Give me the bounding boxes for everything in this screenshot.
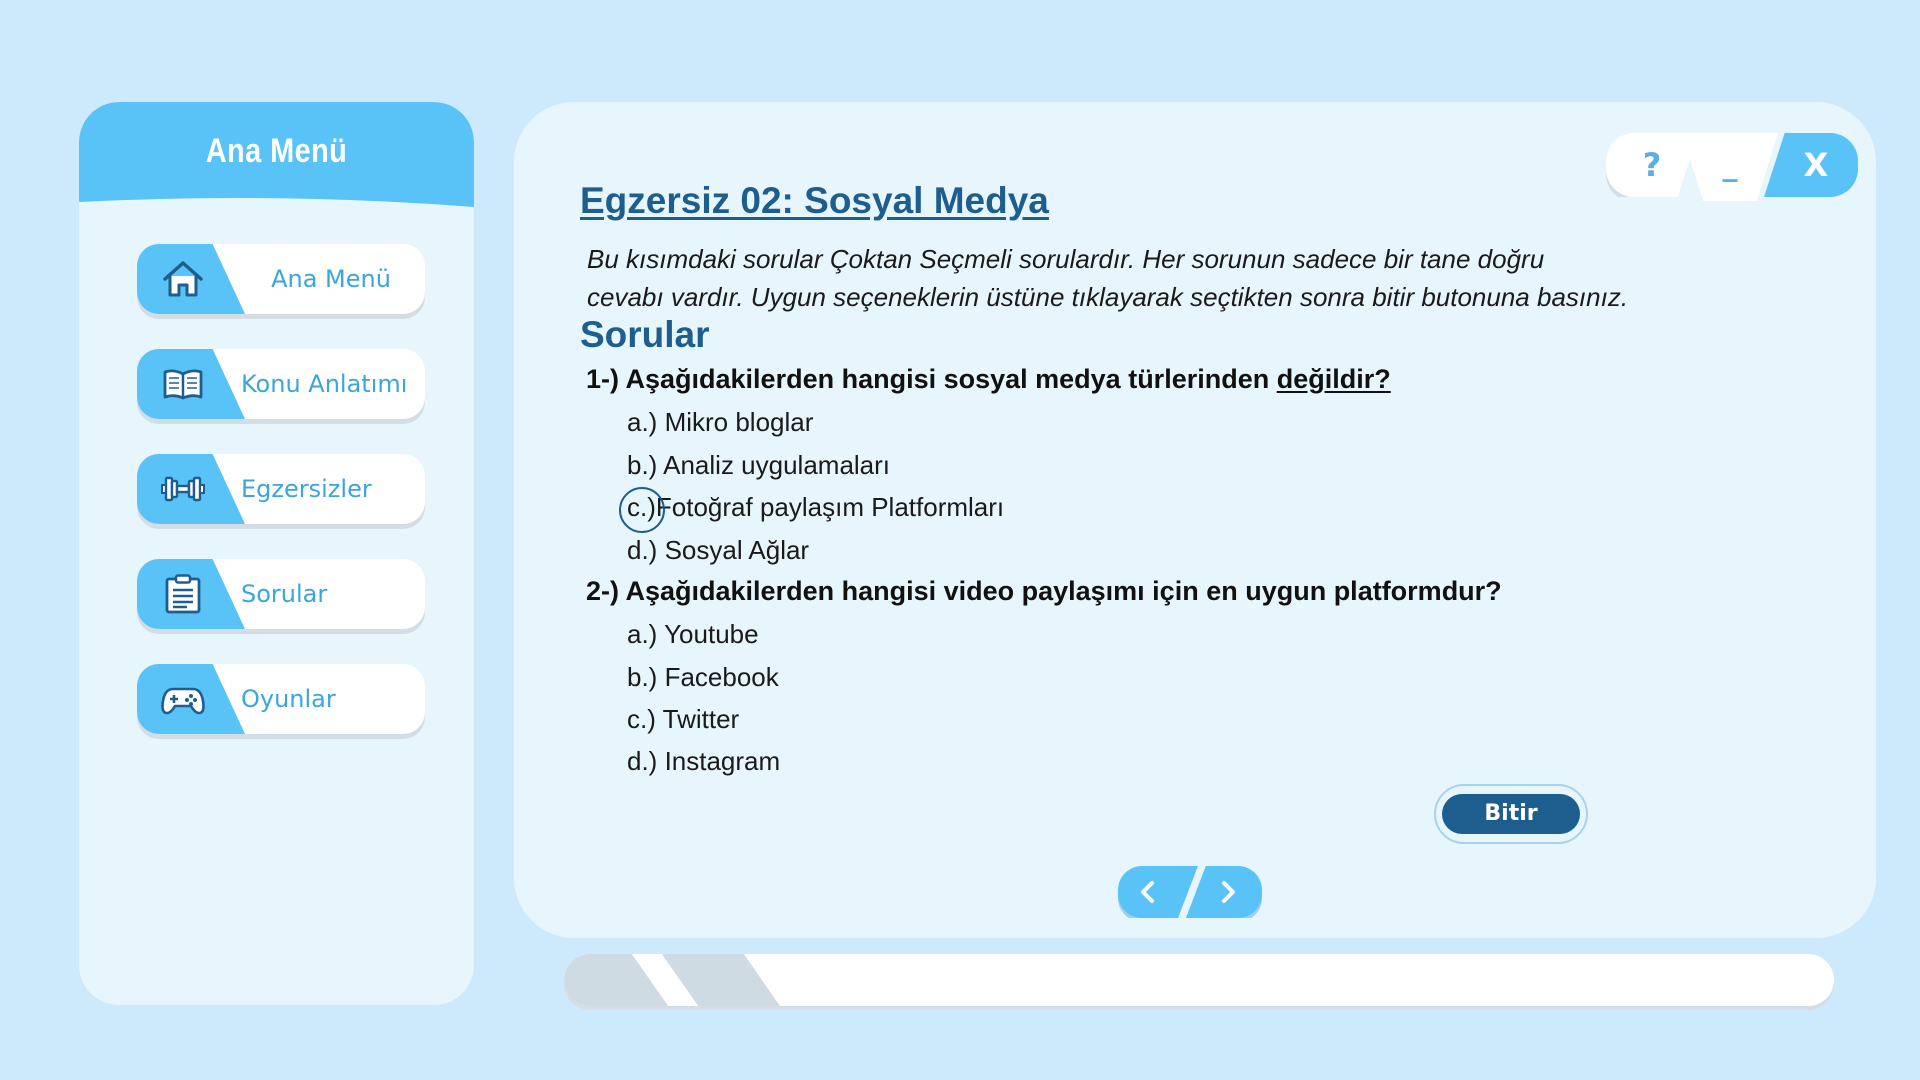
sidebar: Ana Menü Ana Menü Konu Anlatımı Egzersiz… [79, 102, 474, 1005]
sidebar-item-ana-menu[interactable]: Ana Menü [137, 244, 425, 314]
question-2-option-c[interactable]: c.) Twitter [627, 704, 739, 735]
question-emphasis: değildir? [1276, 364, 1391, 394]
option-letter: a.) [627, 619, 658, 649]
home-icon [163, 261, 203, 297]
section-title: Sorular [580, 314, 710, 355]
instructions-line: cevabı vardır. Uygun seçeneklerin üstüne… [587, 282, 1629, 312]
help-button[interactable]: ? [1606, 133, 1698, 197]
instructions-line: Bu kısımdaki sorular Çoktan Seçmeli soru… [587, 244, 1545, 274]
question-1-option-a[interactable]: a.) Mikro bloglar [627, 407, 813, 438]
gamepad-icon [161, 687, 205, 715]
option-text: Sosyal Ağlar [657, 535, 810, 565]
option-letter: d.) [627, 535, 658, 565]
question-text: 1-) Aşağıdakilerden hangisi sosyal medya… [586, 364, 1277, 394]
option-letter-selected: c.) [619, 487, 665, 533]
sidebar-item-label: Oyunlar [241, 685, 336, 713]
finish-button[interactable]: Bitir [1442, 794, 1580, 834]
sidebar-item-sorular[interactable]: Sorular [137, 559, 425, 629]
option-text: Mikro bloglar [657, 407, 814, 437]
minimize-button[interactable]: _ [1682, 133, 1778, 201]
close-button[interactable]: X [1764, 133, 1858, 197]
chevron-right-icon [1222, 881, 1235, 903]
finish-button-frame: Bitir [1434, 784, 1588, 844]
sidebar-title: Ana Menü [205, 132, 348, 170]
pager [1118, 866, 1262, 920]
option-text: Youtube [657, 619, 759, 649]
sidebar-item-label: Konu Anlatımı [241, 370, 408, 398]
question-1-option-d[interactable]: d.) Sosyal Ağlar [627, 535, 809, 566]
sidebar-item-label: Ana Menü [271, 265, 391, 293]
option-text: Fotoğraf paylaşım Platformları [655, 492, 1005, 522]
next-button[interactable] [1186, 866, 1262, 918]
app-window: Ana Menü Ana Menü Konu Anlatımı Egzersiz… [0, 0, 1920, 1080]
sidebar-item-konu-anlatimi[interactable]: Konu Anlatımı [137, 349, 425, 419]
question-1: 1-) Aşağıdakilerden hangisi sosyal medya… [586, 364, 1391, 395]
option-letter: b.) [627, 450, 658, 480]
sidebar-item-egzersizler[interactable]: Egzersizler [137, 454, 425, 524]
question-2-option-a[interactable]: a.) Youtube [627, 619, 759, 650]
sidebar-item-label: Egzersizler [241, 475, 372, 503]
option-text: Instagram [657, 746, 781, 776]
question-text: 2-) Aşağıdakilerden hangisi video paylaş… [586, 576, 1502, 606]
question-2: 2-) Aşağıdakilerden hangisi video paylaş… [586, 576, 1502, 607]
option-text: Analiz uygulamaları [657, 450, 891, 480]
window-controls: ? _ X [1606, 133, 1858, 201]
sidebar-item-oyunlar[interactable]: Oyunlar [137, 664, 425, 734]
option-letter: b.) [627, 662, 658, 692]
question-1-option-b[interactable]: b.) Analiz uygulamaları [627, 450, 890, 481]
previous-button[interactable] [1118, 866, 1198, 918]
question-2-option-d[interactable]: d.) Instagram [627, 746, 780, 777]
chevron-left-icon [1141, 881, 1154, 903]
option-letter: d.) [627, 746, 658, 776]
option-text: Facebook [657, 662, 779, 692]
question-2-option-b[interactable]: b.) Facebook [627, 662, 779, 693]
question-1-option-c[interactable]: c.)Fotoğraf paylaşım Platformları [619, 487, 1005, 533]
option-text: Twitter [655, 704, 740, 734]
option-letter: a.) [627, 407, 658, 437]
page-title: Egzersiz 02: Sosyal Medya [580, 180, 1049, 221]
option-letter: c.) [627, 704, 656, 734]
dumbbell-icon [161, 476, 205, 502]
clipboard-icon [165, 574, 201, 614]
progress-bar [564, 954, 1834, 1006]
sidebar-item-label: Sorular [241, 580, 328, 608]
book-icon [163, 369, 203, 400]
instructions: Bu kısımdaki sorular Çoktan Seçmeli soru… [587, 240, 1717, 316]
